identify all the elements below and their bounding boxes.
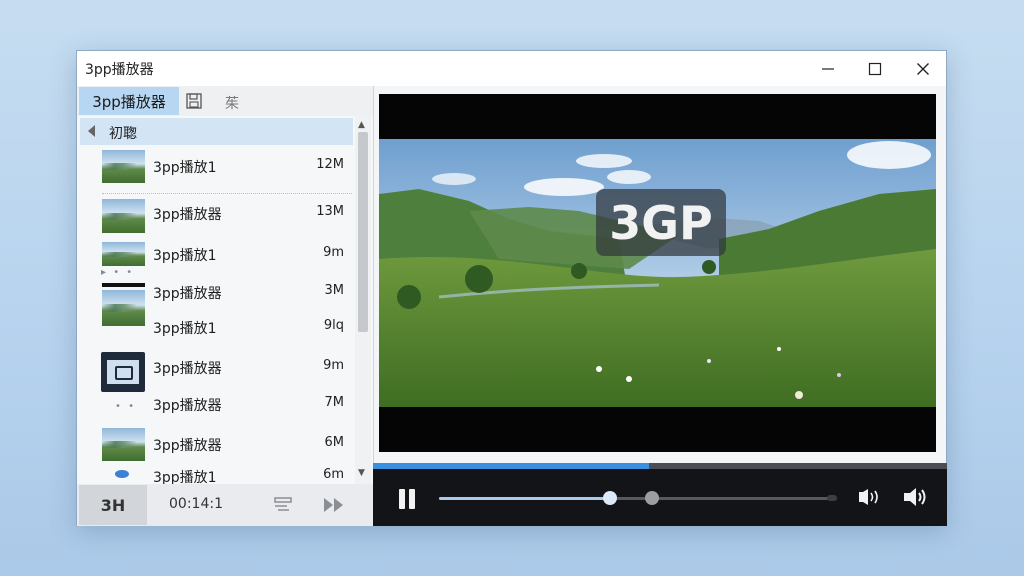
item-size: 7M (324, 395, 345, 410)
scroll-up-icon[interactable]: ▲ (358, 120, 365, 130)
playlist-bottombar: 3H 00:14:1 (77, 484, 373, 526)
item-name: 3pp播放1 (153, 160, 217, 176)
scroll-thumb[interactable] (358, 132, 368, 332)
video-frame (379, 139, 936, 407)
list-item[interactable]: 3pp播放器 6M (77, 426, 357, 466)
item-size: 9lq (323, 318, 344, 333)
item-name: 3pp播放器 (153, 361, 222, 377)
list-separator (102, 193, 352, 194)
item-name: 3pp播放1 (153, 248, 217, 264)
ellipsis-icon: • • (115, 401, 136, 412)
item-size: 6m (323, 467, 344, 482)
player-window: 3pp播放器 3pp播放器 茱 初聦 3pp播放1 12M 3pp播放器 13M… (76, 50, 947, 526)
audio-track-icon[interactable] (857, 486, 883, 508)
video-thumbnail (102, 150, 145, 183)
window-title: 3pp播放器 (85, 62, 154, 78)
list-item[interactable]: 3pp播放1 6m (77, 466, 357, 484)
item-name: 3pp播放1 (153, 321, 217, 337)
buffer-handle[interactable] (645, 491, 659, 505)
seek-bar-fill (439, 497, 611, 500)
playlist-list: 初聦 3pp播放1 12M 3pp播放器 13M 3pp播放1 9m ▸ • • (77, 116, 357, 484)
playlist-scrollbar[interactable]: ▲ ▼ (355, 116, 371, 484)
format-badge: 3GP (596, 189, 726, 256)
close-icon (917, 62, 929, 75)
item-size: 9m (323, 358, 344, 373)
ellipsis-icon: ▸ • • (101, 267, 135, 278)
format-button[interactable]: 3H (79, 485, 147, 525)
player-controls (373, 469, 947, 526)
item-name: 3pp播放器 (153, 438, 222, 454)
minimize-icon (822, 67, 834, 70)
video-thumbnail (102, 290, 145, 326)
video-thumbnail (102, 199, 145, 233)
volume-icon[interactable] (901, 486, 929, 508)
item-icon (115, 470, 129, 478)
seek-end (827, 495, 837, 501)
pause-button[interactable] (397, 489, 417, 509)
fast-forward-icon[interactable] (322, 495, 346, 515)
video-thumbnail (102, 428, 145, 461)
maximize-button[interactable] (852, 51, 898, 86)
video-thumbnail (101, 352, 145, 392)
playlist-panel: 3pp播放器 茱 初聦 3pp播放1 12M 3pp播放器 13M 3pp播放1… (77, 86, 373, 526)
close-button[interactable] (900, 51, 946, 86)
save-icon[interactable] (185, 92, 203, 110)
list-item[interactable]: 3pp播放1 12M (77, 150, 357, 190)
toolbar-extra-label[interactable]: 茱 (225, 93, 239, 113)
playlist-toolbar: 3pp播放器 茱 (77, 86, 373, 116)
thumbnail-bar (102, 283, 145, 287)
item-size: 6M (324, 435, 345, 450)
maximize-icon (868, 62, 882, 75)
seek-handle[interactable] (603, 491, 618, 505)
list-item[interactable]: 3pp播放器 3M 3pp播放1 9lq (77, 279, 357, 345)
tab-player[interactable]: 3pp播放器 (79, 87, 179, 115)
item-size: 9m (323, 245, 344, 260)
item-size: 3M (324, 283, 345, 298)
scroll-down-icon[interactable]: ▼ (358, 468, 365, 478)
video-thumbnail (102, 242, 145, 266)
list-item[interactable]: 3pp播放器 9m 3pp播放器 7M (77, 350, 357, 425)
list-item[interactable]: 3pp播放器 13M (77, 197, 357, 235)
item-size: 13M (316, 204, 344, 219)
video-surface[interactable]: 3GP (379, 94, 936, 452)
item-name: 3pp播放1 (153, 470, 217, 484)
playlist-folder[interactable]: 初聦 (80, 118, 353, 145)
minimize-button[interactable] (805, 51, 851, 86)
item-name: 3pp播放器 (153, 286, 222, 302)
title-bar[interactable]: 3pp播放器 (77, 51, 946, 86)
collapse-icon[interactable] (88, 125, 95, 137)
duration-label: 00:14:1 (169, 496, 223, 512)
folder-label: 初聦 (109, 126, 137, 142)
item-name: 3pp播放器 (153, 207, 222, 223)
seek-bar[interactable] (439, 491, 837, 505)
item-name: 3pp播放器 (153, 398, 222, 414)
panel-divider[interactable] (373, 86, 374, 526)
playlist-icon[interactable] (273, 495, 293, 515)
item-size: 12M (316, 157, 344, 172)
